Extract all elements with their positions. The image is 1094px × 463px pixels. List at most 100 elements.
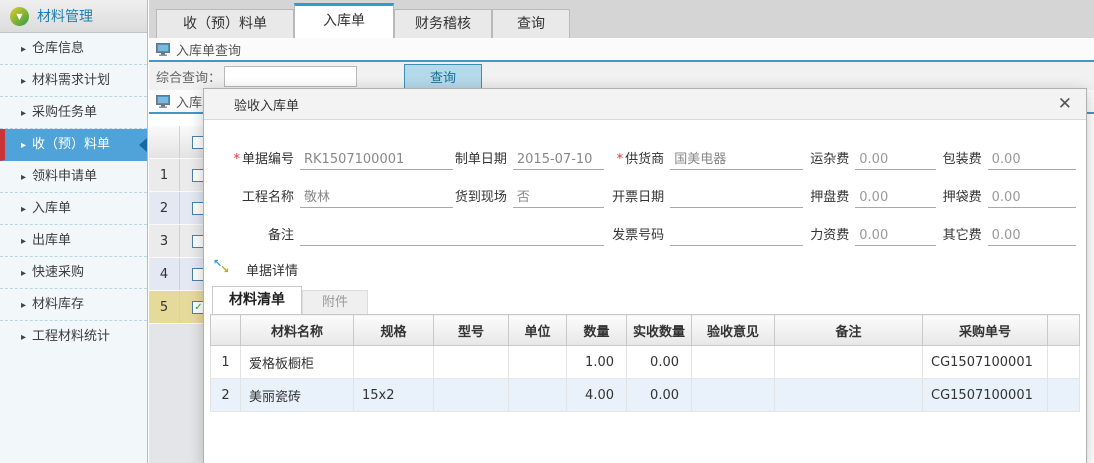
monitor-icon <box>156 95 170 108</box>
make-date-field[interactable]: 2015-07-10 <box>513 149 604 170</box>
col-po-number[interactable]: 采购单号 <box>923 315 1048 346</box>
col-acceptance-opinion[interactable]: 验收意见 <box>692 315 775 346</box>
col-model[interactable]: 型号 <box>434 315 509 346</box>
triangle-right-icon: ▸ <box>21 268 26 279</box>
supplier-label: *供货商 <box>604 148 664 170</box>
sidebar-item-outbound-order[interactable]: ▸出库单 <box>0 225 147 257</box>
table-row[interactable]: 1 爱格板橱柜 1.00 0.00 CG1507100001 <box>211 346 1080 379</box>
sidebar-item-purchase-task[interactable]: ▸ 采购任务单 <box>0 97 147 129</box>
project-name-label: 工程名称 <box>214 186 294 208</box>
tray-deposit-field[interactable]: 0.00 <box>855 187 935 208</box>
invoice-date-label: 开票日期 <box>604 186 664 208</box>
required-asterisk: * <box>233 152 240 167</box>
doc-no-field[interactable]: RK1507100001 <box>300 149 453 170</box>
tab-query[interactable]: 查询 <box>492 9 570 38</box>
packing-fee-field[interactable]: 0.00 <box>988 149 1076 170</box>
sidebar-item-label: 快速采购 <box>32 265 84 280</box>
doc-no-label: *单据编号 <box>214 148 294 170</box>
sidebar-item-quick-purchase[interactable]: ▸ 快速采购 <box>0 257 147 289</box>
modal-title: 验收入库单 <box>204 95 299 114</box>
remark-field[interactable] <box>300 225 604 246</box>
invoice-no-field[interactable] <box>670 225 803 246</box>
form-row-3: 备注 发票号码 力资费 0.00 其它费 0.00 <box>214 208 1076 246</box>
col-qty[interactable]: 数量 <box>567 315 627 346</box>
cell-spec: 15x2 <box>354 379 434 412</box>
sidebar-item-material-request[interactable]: ▸领料申请单 <box>0 161 147 193</box>
invoice-date-field[interactable] <box>670 187 803 208</box>
col-unit[interactable]: 单位 <box>509 315 567 346</box>
form-row-1: *单据编号 RK1507100001 制单日期 2015-07-10 *供货商 … <box>214 132 1076 170</box>
col-remark[interactable]: 备注 <box>775 315 923 346</box>
other-fee-label: 其它费 <box>936 224 982 246</box>
goods-onsite-label: 货到现场 <box>453 186 507 208</box>
section-title: 入库单查询 <box>176 40 241 59</box>
sidebar-item-label: 仓库信息 <box>32 41 84 56</box>
sidebar-item-warehouse-info[interactable]: ▸ 仓库信息 <box>0 33 147 65</box>
remark-label: 备注 <box>214 224 294 246</box>
tab-material-list[interactable]: 材料清单 <box>212 286 302 314</box>
col-received-qty[interactable]: 实收数量 <box>627 315 692 346</box>
freight-fee-label: 运杂费 <box>803 148 849 170</box>
modal-header[interactable]: 验收入库单 ✕ <box>204 89 1086 120</box>
detail-header-row: 材料名称 规格 型号 单位 数量 实收数量 验收意见 备注 采购单号 <box>211 315 1080 346</box>
sidebar-item-material-demand-plan[interactable]: ▸材料需求计划 <box>0 65 147 97</box>
triangle-right-icon: ▸ <box>21 332 26 343</box>
detail-section-header: ↖ ↘ 单据详情 <box>204 256 1086 282</box>
tab-receiving-note[interactable]: 收（预）料单 <box>156 9 294 38</box>
close-icon[interactable]: ✕ <box>1058 94 1072 114</box>
goods-onsite-field[interactable]: 否 <box>513 187 604 208</box>
labor-fee-field[interactable]: 0.00 <box>855 225 935 246</box>
cell-qty: 1.00 <box>567 346 627 379</box>
combined-query-row: 综合查询： 查询 <box>149 62 1094 90</box>
expand-arrows-icon[interactable]: ↖ ↘ <box>214 261 230 277</box>
cell-received-qty: 0.00 <box>627 379 692 412</box>
form-row-2: 工程名称 敬林 货到现场 否 开票日期 押盘费 0.00 押袋费 0.00 <box>214 170 1076 208</box>
cell-spec <box>354 346 434 379</box>
cell-received-qty: 0.00 <box>627 346 692 379</box>
triangle-right-icon: ▸ <box>21 300 26 311</box>
cell-model <box>434 379 509 412</box>
sidebar-header[interactable]: ▼ 材料管理 <box>0 0 147 33</box>
cell-material-name: 爱格板橱柜 <box>241 346 354 379</box>
bag-deposit-label: 押袋费 <box>936 186 982 208</box>
triangle-right-icon: ▸ <box>21 140 26 151</box>
query-input[interactable] <box>224 66 357 87</box>
sidebar-item-project-material-stats[interactable]: ▸工程材料统计 <box>0 321 147 353</box>
query-button[interactable]: 查询 <box>404 64 482 89</box>
tray-deposit-label: 押盘费 <box>803 186 849 208</box>
cell-remark <box>775 379 923 412</box>
col-material-name[interactable]: 材料名称 <box>241 315 354 346</box>
other-fee-field[interactable]: 0.00 <box>988 225 1076 246</box>
sidebar-item-label: 采购任务单 <box>32 105 97 120</box>
collapse-circle-icon[interactable]: ▼ <box>10 7 29 26</box>
triangle-right-icon: ▸ <box>21 108 26 119</box>
triangle-right-icon: ▸ <box>21 172 26 183</box>
labor-fee-label: 力资费 <box>803 224 849 246</box>
sidebar-title: 材料管理 <box>37 6 93 26</box>
sidebar-item-label: 材料库存 <box>32 297 84 312</box>
sidebar-item-inbound-order[interactable]: ▸入库单 <box>0 193 147 225</box>
col-spec[interactable]: 规格 <box>354 315 434 346</box>
packing-fee-label: 包装费 <box>936 148 982 170</box>
sidebar-item-receiving-note[interactable]: ▸收（预）料单 <box>0 129 147 161</box>
material-detail-table: 材料名称 规格 型号 单位 数量 实收数量 验收意见 备注 采购单号 1 爱格板… <box>210 314 1080 412</box>
freight-fee-field[interactable]: 0.00 <box>855 149 935 170</box>
tab-attachments[interactable]: 附件 <box>302 290 368 314</box>
project-name-field[interactable]: 敬林 <box>300 187 453 208</box>
required-asterisk: * <box>617 152 624 167</box>
cell-opinion <box>692 379 775 412</box>
detail-title: 单据详情 <box>246 260 298 279</box>
tab-finance-audit[interactable]: 财务稽核 <box>394 9 492 38</box>
sidebar-item-label: 材料需求计划 <box>32 73 110 88</box>
table-row[interactable]: 2 美丽瓷砖 15x2 4.00 0.00 CG1507100001 <box>211 379 1080 412</box>
modal-form: *单据编号 RK1507100001 制单日期 2015-07-10 *供货商 … <box>204 120 1086 246</box>
cell-material-name: 美丽瓷砖 <box>241 379 354 412</box>
tab-inbound-order[interactable]: 入库单 <box>294 3 394 38</box>
supplier-field[interactable]: 国美电器 <box>670 149 803 170</box>
monitor-icon <box>156 43 170 56</box>
row-number-header <box>211 315 241 346</box>
sidebar-item-material-stock[interactable]: ▸ 材料库存 <box>0 289 147 321</box>
triangle-right-icon: ▸ <box>21 44 26 55</box>
material-management-app: ▼ 材料管理 ▸仓库信息 ▸材料需求计划 ▸采购任务单 ▸收（预）料单 ▸领料申… <box>0 0 1094 463</box>
bag-deposit-field[interactable]: 0.00 <box>988 187 1076 208</box>
